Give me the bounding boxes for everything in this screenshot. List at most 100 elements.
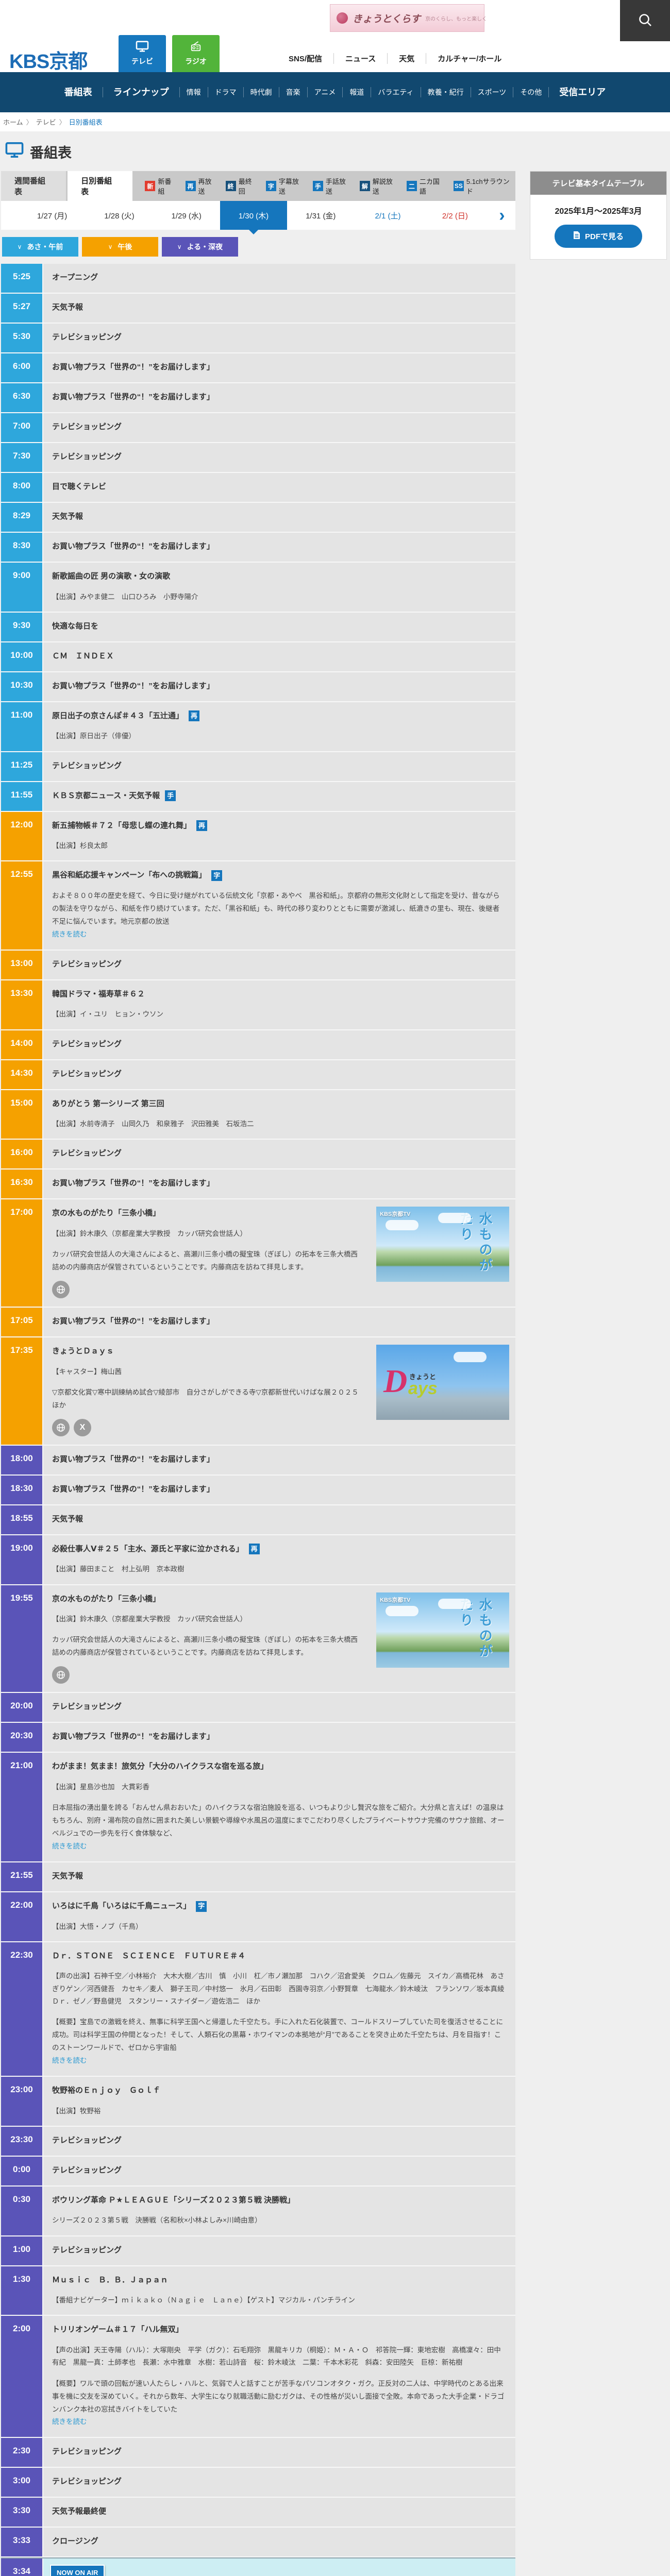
program-cell: 黒谷和紙応援キャンペーン「布への挑戦篇」字およそ８００年の歴史を経て、今日に受け… bbox=[43, 861, 515, 950]
nav-item-5[interactable]: 音楽 bbox=[279, 87, 308, 97]
program-title: 快適な毎日を bbox=[52, 621, 99, 631]
program-cell: お買い物プラス「世界の“！”をお届けします」 bbox=[43, 353, 515, 382]
nav-item-1[interactable]: ラインナップ bbox=[103, 87, 180, 97]
breadcrumb-item-2[interactable]: 日別番組表 bbox=[69, 117, 103, 127]
next-week-arrow[interactable]: › bbox=[489, 201, 515, 230]
quick-link-1[interactable]: ニュース bbox=[334, 53, 388, 64]
period-button-0[interactable]: ∨ あさ・午前 bbox=[2, 237, 78, 257]
program-cell: Ｄｒ．ＳＴＯＮＥ ＳＣＩＥＮＣＥ ＦＵＴＵＲＥ＃４ 【声の出演】石神千空／小林裕介… bbox=[43, 1942, 515, 2076]
program-title: ＣＭ ＩＮＤＥＸ bbox=[52, 651, 114, 660]
date-tab-5[interactable]: 2/1 (土) bbox=[354, 201, 421, 230]
kbs-logo[interactable]: KBS京都 bbox=[9, 45, 88, 74]
program-title: 新歌謡曲の匠 男の演歌・女の演歌 bbox=[52, 572, 171, 581]
date-bar: 1/27 (月) 1/28 (火) 1/29 (水) 1/30 (木) 1/31 (金)… bbox=[1, 201, 515, 230]
program-cell: 京の水ものがたり「三条小橋」 【出演】鈴木康久（京都産業大学教授 カッパ研究会世話… bbox=[43, 1585, 515, 1692]
program-cell: テレビショッピング bbox=[43, 2236, 515, 2265]
program-time: 7:00 bbox=[1, 413, 43, 442]
date-tab-3[interactable]: 1/30 (木) bbox=[220, 201, 288, 230]
program-title: ＫＢＳ京都ニュース・天気予報手 bbox=[52, 790, 506, 802]
program-title: クロージング bbox=[52, 2537, 98, 2546]
program-title: お買い物プラス「世界の“！”をお届けします」 bbox=[52, 1732, 214, 1741]
radio-icon bbox=[190, 41, 202, 54]
program-cell: ボウリング革命 Ｐ★ＬＥＡＧＵＥ「シリーズ２０２３第５戦 決勝戦」 シリーズ２０２… bbox=[43, 2186, 515, 2235]
kyoto-kurasu-banner[interactable]: きょうとくらす 京のくらし、もっと楽しく bbox=[330, 4, 488, 32]
yarn-ball-icon bbox=[337, 12, 348, 24]
program-row: 17:35 きょうとＤａｙｓ 【キャスター】梅山茜 ▽京都文化賞▽寒中訓練納め試合▽綾… bbox=[1, 1337, 515, 1446]
website-icon[interactable] bbox=[52, 1281, 70, 1299]
program-row: 19:00 必殺仕事人Ⅴ＃２５「主水、源氏と平家に泣かされる」再【出演】藤田まこと… bbox=[1, 1535, 515, 1585]
nav-item-2[interactable]: 情報 bbox=[180, 87, 208, 97]
period-button-1[interactable]: ∨ 午後 bbox=[82, 237, 158, 257]
program-row: 9:00 新歌謡曲の匠 男の演歌・女の演歌 【出演】みやま健二 山口ひろみ 小野寺陽… bbox=[1, 563, 515, 613]
quick-link-3[interactable]: カルチャー/ホール bbox=[426, 53, 513, 64]
x-twitter-icon[interactable]: X bbox=[74, 1418, 91, 1436]
site-header: KBS京都 テレビ ラジオ きょうとくらす 京のくらし、もっと楽しく SNS/配… bbox=[0, 0, 670, 74]
nav-item-10[interactable]: スポーツ bbox=[471, 87, 514, 97]
nav-item-3[interactable]: ドラマ bbox=[208, 87, 244, 97]
tab-weekly-schedule[interactable]: 週間番組表 bbox=[1, 171, 66, 201]
program-cell: テレビショッピング bbox=[43, 752, 515, 781]
quick-link-0[interactable]: SNS/配信 bbox=[277, 53, 334, 64]
nav-item-0[interactable]: 番組表 bbox=[54, 87, 103, 97]
nav-item-7[interactable]: 報道 bbox=[343, 87, 372, 97]
period-button-label: あさ・午前 bbox=[27, 243, 63, 251]
period-button-2[interactable]: ∨ よる・深夜 bbox=[162, 237, 238, 257]
nav-item-11[interactable]: その他 bbox=[513, 87, 549, 97]
program-time: 5:27 bbox=[1, 294, 43, 323]
program-row: 15:00 ありがとう 第一シリーズ 第三回 【出演】水前寺清子 山岡久乃 和泉雅子… bbox=[1, 1090, 515, 1140]
legend-label: 手話放送 bbox=[325, 178, 346, 195]
program-cell: オープニング bbox=[43, 264, 515, 293]
legend-label: 字幕放送 bbox=[278, 178, 299, 195]
promo-tagline: 京のくらし、もっと楽しく bbox=[425, 16, 488, 22]
date-tab-1[interactable]: 1/28 (火) bbox=[86, 201, 153, 230]
program-cell: テレビショッピング bbox=[43, 1140, 515, 1169]
tab-radio[interactable]: ラジオ bbox=[172, 35, 220, 72]
read-more-link[interactable]: 続きを読む bbox=[52, 1840, 87, 1853]
program-time: 6:30 bbox=[1, 383, 43, 412]
program-title: 必殺仕事人Ⅴ＃２５「主水、源氏と平家に泣かされる」再 bbox=[52, 1544, 506, 1555]
read-more-link[interactable]: 続きを読む bbox=[52, 2416, 87, 2429]
program-time: 5:25 bbox=[1, 264, 43, 293]
program-cell: お買い物プラス「世界の“！”をお届けします」 bbox=[43, 383, 515, 412]
read-more-link[interactable]: 続きを読む bbox=[52, 928, 87, 941]
nav-item-4[interactable]: 時代劇 bbox=[244, 87, 279, 97]
quick-link-2[interactable]: 天気 bbox=[388, 53, 427, 64]
program-time: 23:00 bbox=[1, 2077, 43, 2126]
program-time: 6:00 bbox=[1, 353, 43, 382]
program-title: テレビショッピング bbox=[52, 333, 122, 342]
search-button[interactable] bbox=[620, 0, 670, 41]
tab-daily-schedule[interactable]: 日別番組表 bbox=[68, 171, 133, 201]
nav-item-8[interactable]: バラエティ bbox=[371, 87, 421, 97]
program-time: 23:30 bbox=[1, 2126, 43, 2156]
website-icon[interactable] bbox=[52, 1666, 70, 1684]
breadcrumb-item-1[interactable]: テレビ bbox=[36, 117, 66, 127]
program-row: 6:30 お買い物プラス「世界の“！”をお届けします」 bbox=[1, 383, 515, 413]
nav-item-6[interactable]: アニメ bbox=[308, 87, 343, 97]
date-tab-2[interactable]: 1/29 (水) bbox=[153, 201, 220, 230]
date-tab-0[interactable]: 1/27 (月) bbox=[19, 201, 86, 230]
program-row: 22:00 いろはに千鳥「いろはに千鳥ニュース」字【出演】大悟・ノブ（千鳥） bbox=[1, 1892, 515, 1942]
program-cell: 目で聴くテレビ bbox=[43, 473, 515, 502]
breadcrumb-item-0[interactable]: ホーム bbox=[3, 117, 33, 127]
program-title: Ｄｒ．ＳＴＯＮＥ ＳＣＩＥＮＣＥ ＦＵＴＵＲＥ＃４ bbox=[52, 1951, 246, 1960]
read-more-link[interactable]: 続きを読む bbox=[52, 2055, 87, 2067]
program-cell: ＣＭ ＩＮＤＥＸ bbox=[43, 642, 515, 671]
program-description: 【概要】宝島での激戦を終え、無事に科学王国へと帰還した千空たち。手に入れた石化装… bbox=[52, 2016, 506, 2067]
date-tab-4[interactable]: 1/31 (金) bbox=[287, 201, 354, 230]
program-cell: テレビショッピング bbox=[43, 2468, 515, 2497]
tab-tv[interactable]: テレビ bbox=[119, 35, 166, 72]
program-time: 17:05 bbox=[1, 1308, 43, 1337]
program-row: 8:30 お買い物プラス「世界の“！”をお届けします」 bbox=[1, 533, 515, 563]
website-icon[interactable] bbox=[52, 1418, 70, 1436]
pdf-button[interactable]: PDFで見る bbox=[554, 225, 642, 248]
program-time: 1:00 bbox=[1, 2236, 43, 2265]
program-cell: いろはに千鳥「いろはに千鳥ニュース」字【出演】大悟・ノブ（千鳥） bbox=[43, 1892, 515, 1941]
nav-item-9[interactable]: 教養・紀行 bbox=[421, 87, 471, 97]
program-cast: 【出演】鈴木康久（京都産業大学教授 カッパ研究会世話人） bbox=[52, 1229, 247, 1238]
cloud-decor bbox=[438, 1213, 471, 1224]
nav-item-12[interactable]: 受信エリア bbox=[549, 87, 616, 97]
program-description: カッパ研究会世話人の大滝さんによると、高瀬川三条小橋の擬宝珠（ぎぼし）の拓本を三… bbox=[52, 1636, 358, 1657]
program-cell: ありがとう 第一シリーズ 第三回 【出演】水前寺清子 山岡久乃 和泉雅子 沢田雅美… bbox=[43, 1090, 515, 1139]
date-tab-6[interactable]: 2/2 (日) bbox=[422, 201, 489, 230]
program-title: テレビショッピング bbox=[52, 959, 122, 969]
